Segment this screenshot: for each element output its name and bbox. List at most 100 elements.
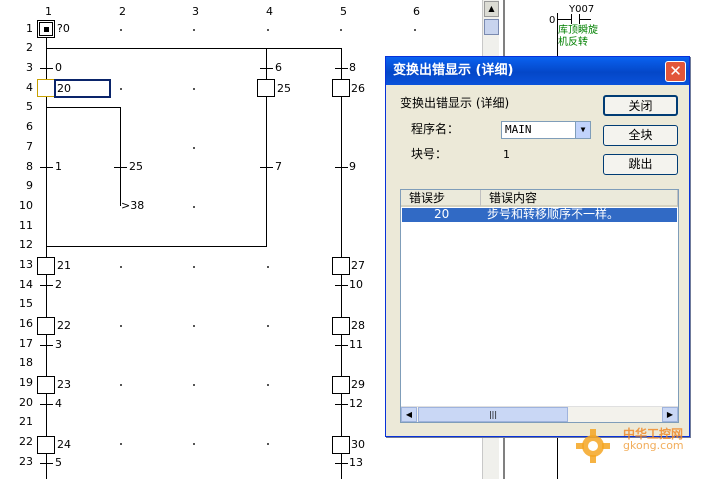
step-box[interactable]	[332, 317, 350, 335]
step-box[interactable]	[332, 436, 350, 454]
table-row[interactable]: 20 步号和转移顺序不一样。	[402, 208, 677, 222]
grid-dot	[193, 88, 195, 90]
grid-dot	[267, 266, 269, 268]
jump-button[interactable]: 跳出	[603, 154, 678, 175]
step-box[interactable]	[332, 79, 350, 97]
contact-wire	[557, 19, 571, 20]
column-header-error-content[interactable]: 错误内容	[481, 190, 678, 207]
list-horizontal-scrollbar[interactable]: ◀ ||| ▶	[401, 406, 678, 422]
step-label: 30	[351, 438, 365, 451]
row-number: 12	[19, 238, 33, 251]
transition-label: 0	[55, 61, 62, 74]
close-button[interactable]: 关闭	[603, 95, 678, 116]
block-number-value: 1	[503, 148, 510, 161]
contact-wire	[579, 19, 591, 20]
column-number: 2	[119, 5, 126, 18]
chevron-down-icon[interactable]: ▼	[575, 122, 590, 138]
program-name-select[interactable]: MAIN ▼	[501, 121, 591, 139]
column-header-error-step[interactable]: 错误步	[401, 190, 481, 207]
row-number: 23	[19, 455, 33, 468]
scroll-up-icon[interactable]: ▲	[484, 1, 499, 17]
transition-mark[interactable]	[335, 463, 348, 464]
column-number: 3	[192, 5, 199, 18]
grid-dot	[267, 384, 269, 386]
column-number: 4	[266, 5, 273, 18]
dialog-titlebar[interactable]: 变换出错显示 (详细)	[386, 57, 689, 85]
step-box[interactable]	[257, 79, 275, 97]
step-box[interactable]	[37, 257, 55, 275]
transition-label: 12	[349, 397, 363, 410]
scroll-left-icon[interactable]: ◀	[401, 407, 417, 422]
transition-label: 3	[55, 338, 62, 351]
error-list[interactable]: 错误步 错误内容 20 步号和转移顺序不一样。 ◀ ||| ▶	[400, 189, 679, 423]
step-label: 21	[57, 259, 71, 272]
grid-dot	[340, 29, 342, 31]
ladder-row-number: 0	[549, 15, 556, 26]
transition-mark[interactable]	[335, 167, 348, 168]
transition-mark[interactable]	[40, 345, 53, 346]
transition-mark[interactable]	[40, 404, 53, 405]
grid-dot	[267, 325, 269, 327]
grid-dot	[120, 325, 122, 327]
row-number: 16	[19, 317, 33, 330]
transition-mark[interactable]	[40, 463, 53, 464]
scroll-thumb[interactable]	[484, 19, 499, 35]
transition-mark[interactable]	[260, 68, 273, 69]
transition-mark[interactable]	[260, 167, 273, 168]
step-box[interactable]	[37, 79, 55, 97]
all-blocks-button[interactable]: 全块	[603, 125, 678, 146]
initial-step-box[interactable]	[37, 20, 55, 38]
transition-mark[interactable]	[40, 285, 53, 286]
step-box[interactable]	[332, 257, 350, 275]
grid-dot	[120, 29, 122, 31]
transition-mark[interactable]	[40, 68, 53, 69]
transition-mark[interactable]	[335, 345, 348, 346]
grid-dot	[414, 29, 416, 31]
grid-dot	[120, 266, 122, 268]
step-label: 20	[57, 82, 71, 95]
grid-dot	[193, 206, 195, 208]
device-comment: 库顶瞬旋	[558, 25, 598, 36]
grid-dot	[193, 325, 195, 327]
scroll-thumb[interactable]: |||	[418, 407, 568, 422]
grid-dot	[267, 29, 269, 31]
row-number: 18	[19, 356, 33, 369]
row-number: 5	[26, 100, 33, 113]
site-watermark: 中华工控网 gkong.com	[573, 422, 703, 477]
row-number: 3	[26, 61, 33, 74]
transition-mark[interactable]	[40, 167, 53, 168]
column-number: 6	[413, 5, 420, 18]
close-icon[interactable]: ✕	[665, 61, 686, 82]
scroll-right-icon[interactable]: ▶	[662, 407, 678, 422]
transition-label: 9	[349, 160, 356, 173]
transition-label: 2	[55, 278, 62, 291]
jump-target-number: 38	[130, 199, 145, 212]
row-number: 14	[19, 278, 33, 291]
step-box[interactable]	[37, 317, 55, 335]
step-box[interactable]	[332, 376, 350, 394]
transition-mark[interactable]	[114, 167, 127, 168]
transition-label: 6	[275, 61, 282, 74]
grid-dot	[193, 29, 195, 31]
program-name-value: MAIN	[505, 123, 532, 136]
step-box[interactable]	[37, 376, 55, 394]
transition-label: 11	[349, 338, 363, 351]
row-number: 19	[19, 376, 33, 389]
block-number-label: 块号：	[411, 147, 448, 161]
column-number: 5	[340, 5, 347, 18]
transition-mark[interactable]	[335, 68, 348, 69]
jump-path-line	[120, 107, 121, 206]
grid-dot	[267, 443, 269, 445]
transition-label: 5	[55, 456, 62, 469]
transition-mark[interactable]	[335, 404, 348, 405]
transition-label: 13	[349, 456, 363, 469]
column-number: 1	[45, 5, 52, 18]
transition-mark[interactable]	[335, 285, 348, 286]
jump-target-label: >38	[121, 199, 145, 212]
step-box[interactable]	[37, 436, 55, 454]
step-label: 27	[351, 259, 365, 272]
row-number: 20	[19, 396, 33, 409]
step-label: 25	[277, 82, 291, 95]
grid-dot	[193, 443, 195, 445]
row-number: 2	[26, 41, 33, 54]
